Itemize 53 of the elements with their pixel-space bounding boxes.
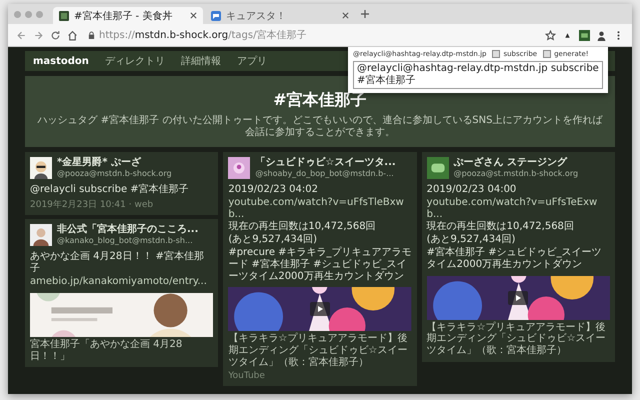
link[interactable]: youtube.com/watch?v=uFfsTeExwb... (426, 196, 610, 220)
display-name[interactable]: ぷーざさん ステージング (454, 157, 578, 169)
back-icon[interactable] (16, 30, 27, 40)
link-preview-title[interactable]: 宮本佳那子「あやかな企画 4月28日！！」 (30, 338, 214, 362)
browser-tab[interactable]: #宮本佳那子 - 美食丼 (53, 7, 203, 24)
new-tab-icon[interactable] (361, 10, 369, 18)
nav-link[interactable]: アプリ (236, 54, 267, 68)
account-handle[interactable]: @pooza@mstdn.b-shock.org (57, 168, 172, 178)
toot-text: #precure #キラキラ_プリキュアアラモード #宮本佳那子 #シュビドゥビ_スイーツタイム2000万再生カウントダウン (228, 246, 412, 282)
toot-text: @relaycli subscribe #宮本佳那子 (30, 184, 190, 196)
toot-text: (あと9,527,434回) (228, 234, 318, 246)
account-handle[interactable]: @shoaby_do_bop_bot@mstdn.b-... (255, 168, 396, 178)
reload-icon[interactable] (50, 30, 61, 40)
forward-icon[interactable] (33, 30, 44, 40)
profile-icon[interactable] (596, 30, 607, 40)
home-icon[interactable] (67, 30, 78, 40)
avatar-icon[interactable] (30, 157, 52, 179)
link-preview-source: YouTube (228, 370, 266, 382)
toot-text: あやかな企画 4月28日！！ #宮本佳那子 (30, 251, 205, 275)
hashtag-description: ハッシュタグ #宮本佳那子 の付いた公開トゥートです。どこでもいいので、連合に参加しているSNS上にアカウントを作れば会話に参加することができます。 (36, 115, 604, 139)
close-icon[interactable] (190, 12, 197, 19)
site-icon (59, 10, 69, 20)
close-icon[interactable] (342, 12, 349, 19)
avatar-icon[interactable] (426, 157, 449, 179)
extension-icon[interactable] (579, 30, 590, 40)
nav-link[interactable]: 詳細情報 (180, 54, 221, 68)
link-preview-title[interactable]: 【キラキラ☆プリキュアアラモード】後期エンディング「シュビドゥビ☆スイーツタイム」（歌：宮本佳那子） (426, 322, 610, 357)
toot-text: 現在の再生回数は10,472,568回 (426, 221, 575, 234)
command-field[interactable]: @relaycli@hashtag-relay.dtp-mstdn.jp subscribe #宮本佳那子 (353, 61, 603, 89)
play-icon[interactable] (310, 302, 330, 316)
play-icon[interactable] (508, 290, 528, 305)
lock-icon (88, 30, 95, 40)
display-name[interactable]: *金星男爵* ぷーざ (57, 157, 172, 169)
link[interactable]: amebio.jp/kanakomiyamoto/entry... (30, 276, 214, 288)
account-handle[interactable]: @kanako_blog_bot@mstdn.b-sh... (57, 236, 198, 246)
link[interactable]: youtube.com/watch?v=uFfsTleBxwb... (228, 196, 412, 220)
toot-text: 現在の再生回数は10,472,568回 (228, 221, 377, 234)
toot-text: #宮本佳那子 #シュビドゥビ_スイーツタイム2000万再生カウントダウン (426, 246, 603, 271)
toot-text: 2019/02/23 04:02 (228, 184, 319, 196)
toot-text: (あと9,527,434回) (426, 234, 516, 246)
avatar-icon[interactable] (228, 157, 250, 179)
link-preview-title[interactable]: 【キラキラ☆プリキュアアラモード】後期エンディング「シュビドゥビ☆スイーツタイム」（歌：宮本佳那子） (228, 333, 412, 369)
account-handle[interactable]: @pooza@st.mstdn.b-shock.org (454, 168, 578, 178)
star-icon[interactable] (545, 30, 556, 40)
chat-icon (211, 10, 221, 20)
nav-link[interactable]: ディレクトリ (104, 54, 165, 68)
display-name[interactable]: 非公式「宮本佳那子のこころ... (57, 224, 198, 236)
browser-tab[interactable]: キュアスタ！ (205, 7, 355, 24)
display-name[interactable]: 「シュビドゥビ☆スイーツタ... (255, 157, 396, 169)
toot-meta: 2019年2月23日 10:41 · web (30, 200, 154, 210)
brand-link[interactable]: mastodon (33, 56, 89, 66)
toot-text: 2019/02/23 04:00 (426, 184, 518, 196)
avatar-icon[interactable] (30, 224, 52, 246)
